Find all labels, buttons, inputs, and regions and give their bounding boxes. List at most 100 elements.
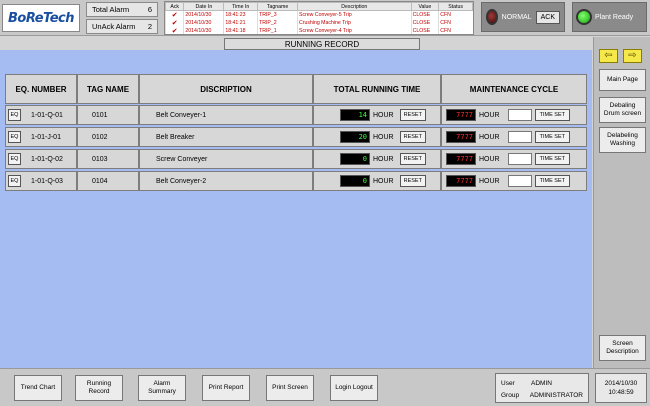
reset-button[interactable]: RESET — [399, 131, 426, 143]
alarm-description: Screw Conveyer-5 Trip — [296, 10, 412, 19]
alarm-col-value: Value — [410, 2, 440, 11]
description: Belt Conveyer-2 — [156, 177, 207, 185]
right-nav-panel: ⇦ ⇨ Main Page Debaling Drum screen Delab… — [593, 37, 650, 368]
alarm-value: CLOSE — [410, 10, 439, 19]
current-time: 10:48:59 — [608, 389, 634, 396]
description: Belt Breaker — [156, 133, 195, 141]
description-cell: Belt Breaker — [139, 127, 313, 147]
total-alarm-label: Total Alarm — [92, 5, 130, 14]
eq-button[interactable]: EQ — [8, 175, 21, 187]
status-label: NORMAL — [501, 13, 532, 21]
col-tag-name: TAG NAME — [77, 74, 139, 104]
eq-number: 1-01-J-01 — [31, 133, 61, 141]
eq-number: 1-01-Q-02 — [31, 155, 63, 163]
running-time-unit: HOUR — [373, 133, 394, 141]
print-report-button[interactable]: Print Report — [202, 375, 250, 401]
reset-button[interactable]: RESET — [399, 175, 426, 187]
eq-button[interactable]: EQ — [8, 153, 21, 165]
time-set-button[interactable]: TIME SET — [534, 175, 570, 187]
nav-delabeling-washing-button[interactable]: Delabeling Washing — [599, 127, 646, 153]
alarm-description: Crushing Machine Trip — [296, 19, 412, 27]
eq-number-cell: EQ 1-01-Q-03 — [5, 171, 77, 191]
company-logo: BoReTech — [2, 4, 80, 32]
maintenance-cycle-unit: HOUR — [479, 111, 500, 119]
user-name: ADMIN — [531, 379, 552, 387]
user-label: User — [501, 379, 515, 387]
unack-alarm-label: UnAck Alarm — [92, 22, 136, 31]
alarm-row[interactable]: ✔ 2014/10/30 18:41:21 TRIP_2 Crushing Ma… — [165, 19, 473, 27]
reset-button[interactable]: RESET — [399, 109, 426, 121]
cycle-set-input[interactable] — [507, 153, 532, 165]
group-name: ADMINISTRATOR — [529, 391, 583, 399]
user-info-panel: User ADMIN Group ADMINISTRATOR — [495, 373, 589, 403]
alarm-row[interactable]: ✔ 2014/10/30 18:41:18 TRIP_1 Screw Conve… — [165, 27, 473, 34]
running-time-cell: 0 HOUR RESET — [313, 171, 441, 191]
cycle-set-input[interactable] — [507, 109, 532, 121]
page-title: RUNNING RECORD — [224, 38, 420, 50]
description: Screw Conveyer — [156, 155, 208, 163]
alarm-banner[interactable]: Ack Date In Time In Tagname Description … — [164, 1, 474, 35]
plant-ready-label: Plant Ready — [595, 13, 634, 21]
eq-button[interactable]: EQ — [8, 109, 21, 121]
unack-alarm-counter[interactable]: UnAck Alarm 2 — [86, 19, 158, 34]
check-icon: ✔ — [165, 19, 184, 27]
maintenance-cycle-display: 7777 — [446, 109, 476, 121]
running-record-button[interactable]: Running Record — [75, 375, 123, 401]
total-alarm-counter[interactable]: Total Alarm 6 — [86, 2, 158, 17]
maintenance-cycle-display: 7777 — [446, 175, 476, 187]
alarm-table-header: Ack Date In Time In Tagname Description … — [165, 2, 473, 11]
table-row: EQ 1-01-J-01 0102 Belt Breaker 20 HOUR R… — [5, 127, 587, 147]
maintenance-cycle-cell: 7777 HOUR TIME SET — [441, 149, 587, 169]
cycle-set-input[interactable] — [507, 175, 532, 187]
nav-debaling-drum-button[interactable]: Debaling Drum screen — [599, 97, 646, 123]
screen-description-button[interactable]: Screen Description — [599, 335, 646, 361]
trend-chart-button[interactable]: Trend Chart — [14, 375, 62, 401]
check-icon: ✔ — [165, 27, 184, 34]
check-icon: ✔ — [165, 10, 184, 19]
table-row: EQ 1-01-Q-03 0104 Belt Conveyer-2 0 HOUR… — [5, 171, 587, 191]
running-time-display: 0 — [340, 153, 370, 165]
arrow-right-icon[interactable]: ⇨ — [623, 49, 642, 63]
time-set-button[interactable]: TIME SET — [534, 131, 570, 143]
alarm-col-description: Description — [296, 2, 412, 11]
tag-name-cell: 0102 — [77, 127, 139, 147]
maintenance-cycle-unit: HOUR — [479, 177, 500, 185]
alarm-tag: TRIP_1 — [257, 27, 298, 34]
table-row: EQ 1-01-Q-01 0101 Belt Conveyer-1 14 HOU… — [5, 105, 587, 125]
maintenance-cycle-cell: 7777 HOUR TIME SET — [441, 171, 587, 191]
status-lamp-icon — [486, 9, 498, 25]
maintenance-cycle-cell: 7777 HOUR TIME SET — [441, 105, 587, 125]
alarm-value: CLOSE — [410, 27, 439, 34]
alarm-value: CLOSE — [410, 19, 439, 27]
reset-button[interactable]: RESET — [399, 153, 426, 165]
alarm-row[interactable]: ✔ 2014/10/30 18:41:23 TRIP_3 Screw Conve… — [165, 10, 473, 19]
eq-number-cell: EQ 1-01-Q-02 — [5, 149, 77, 169]
col-eq-number: EQ. NUMBER — [5, 74, 77, 104]
header-bar: BoReTech Total Alarm 6 UnAck Alarm 2 Ack… — [0, 0, 650, 36]
time-set-button[interactable]: TIME SET — [534, 109, 570, 121]
arrow-left-icon[interactable]: ⇦ — [599, 49, 618, 63]
alarm-col-time: Time In — [223, 2, 259, 11]
running-time-display: 0 — [340, 175, 370, 187]
user-line: User ADMIN — [501, 377, 583, 389]
alarm-date: 2014/10/30 — [183, 10, 224, 19]
running-time-cell: 20 HOUR RESET — [313, 127, 441, 147]
plant-ready-lamp-icon — [576, 9, 592, 25]
datetime-panel: 2014/10/30 10:48:59 — [595, 373, 647, 403]
alarm-description: Screw Conveyer-4 Trip — [296, 27, 412, 34]
running-time-cell: 0 HOUR RESET — [313, 149, 441, 169]
eq-number: 1-01-Q-01 — [31, 111, 63, 119]
eq-number-cell: EQ 1-01-Q-01 — [5, 105, 77, 125]
tag-name-cell: 0104 — [77, 171, 139, 191]
time-set-button[interactable]: TIME SET — [534, 153, 570, 165]
login-logout-button[interactable]: Login Logout — [330, 375, 378, 401]
main-panel: EQ. NUMBER TAG NAME DISCRIPTION TOTAL RU… — [0, 50, 592, 368]
eq-button[interactable]: EQ — [8, 131, 21, 143]
ack-button[interactable]: ACK — [535, 10, 560, 24]
alarm-tag: TRIP_3 — [257, 10, 298, 19]
cycle-set-input[interactable] — [507, 131, 532, 143]
alarm-summary-button[interactable]: Alarm Summary — [138, 375, 186, 401]
print-screen-button[interactable]: Print Screen — [266, 375, 314, 401]
col-total-running-time: TOTAL RUNNING TIME — [313, 74, 441, 104]
nav-main-page-button[interactable]: Main Page — [599, 69, 646, 91]
